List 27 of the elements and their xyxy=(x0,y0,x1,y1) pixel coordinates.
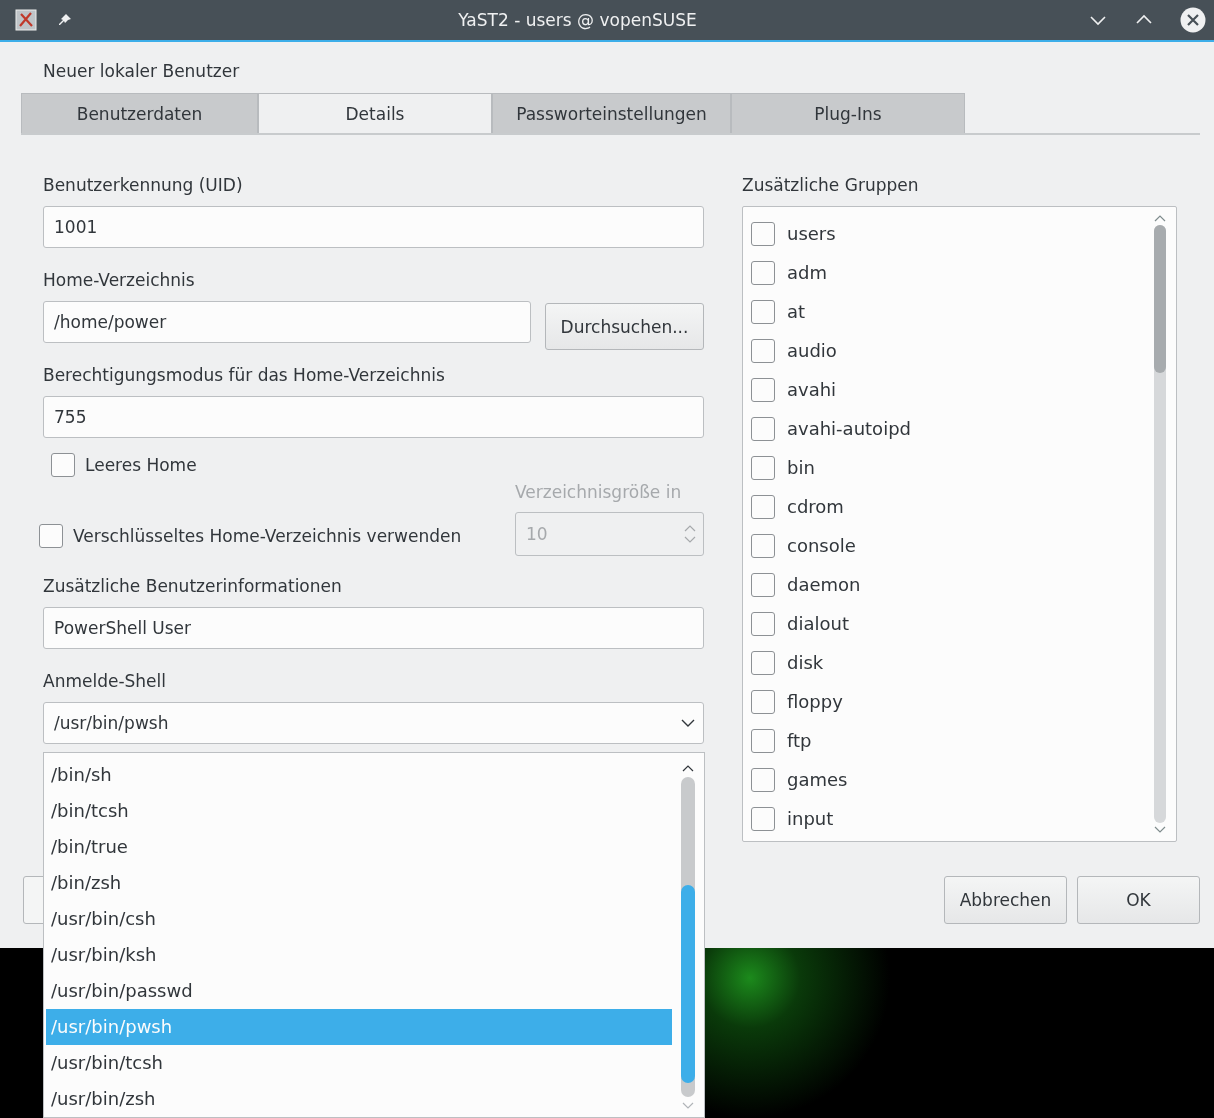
field-label: Anmelde-Shell xyxy=(43,670,167,693)
group-name: floppy xyxy=(787,689,843,714)
group-name: bin xyxy=(787,455,815,480)
group-name: input xyxy=(787,806,834,831)
group-name: cdrom xyxy=(787,494,844,519)
group-name: avahi xyxy=(787,377,837,402)
group-name: at xyxy=(787,299,806,324)
window-title: YaST2 - users @ vopenSUSE xyxy=(457,10,698,30)
group-name: users xyxy=(787,221,836,246)
group-name: games xyxy=(787,767,848,792)
group-name: dialout xyxy=(787,611,849,636)
group-name: console xyxy=(787,533,856,558)
field-label: Berechtigungsmodus für das Home-Verzeichnis xyxy=(43,364,446,387)
group-name: daemon xyxy=(787,572,861,597)
dialog-heading: Neuer lokaler Benutzer xyxy=(43,60,241,83)
field-label: Verzeichnisgröße in xyxy=(515,481,683,504)
group-name: audio xyxy=(787,338,837,363)
group-name: adm xyxy=(787,260,827,285)
checkbox-label: Leeres Home xyxy=(85,455,197,475)
group-name: disk xyxy=(787,650,824,675)
checkbox-label: Verschlüsseltes Home-Verzeichnis verwenden xyxy=(73,526,462,546)
field-label: Benutzerkennung (UID) xyxy=(43,174,244,197)
field-label: Home-Verzeichnis xyxy=(43,269,196,292)
field-label: Zusätzliche Benutzerinformationen xyxy=(43,575,343,598)
group-name: avahi-autoipd xyxy=(787,416,911,441)
group-name: ftp xyxy=(787,728,812,753)
list-label: Zusätzliche Gruppen xyxy=(742,174,920,197)
